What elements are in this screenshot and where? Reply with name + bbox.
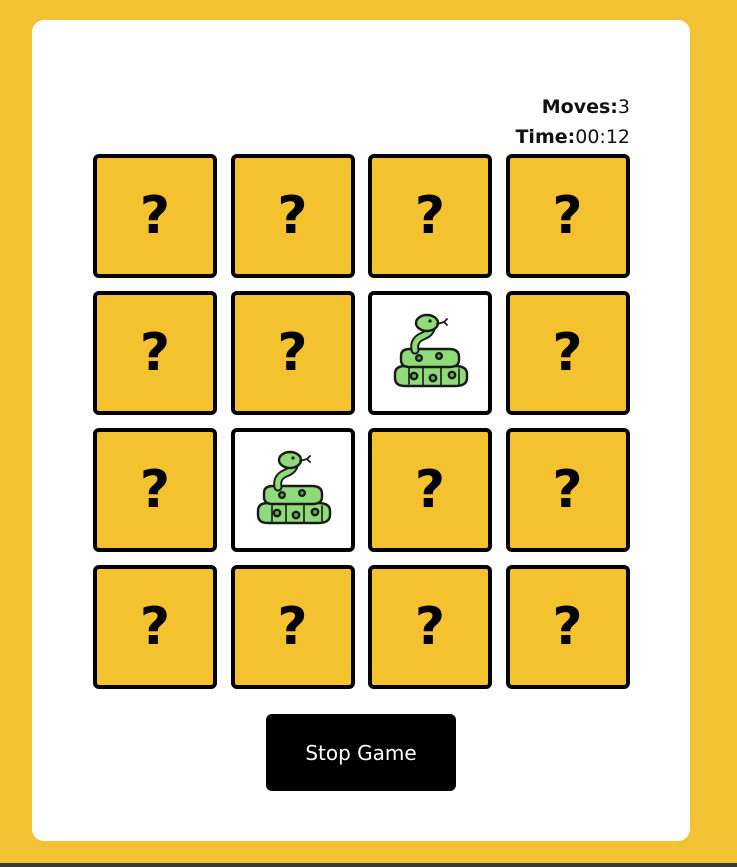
question-mark-icon: ? [277, 597, 308, 657]
question-mark-icon: ? [552, 597, 583, 657]
stats-panel: Moves:3 Time:00:12 [515, 92, 630, 152]
question-mark-icon: ? [552, 186, 583, 246]
question-mark-icon: ? [139, 460, 171, 520]
moves-label: Moves: [541, 96, 618, 118]
stop-game-button[interactable]: Stop Game [266, 714, 456, 791]
question-mark-icon: ? [414, 186, 446, 246]
question-mark-icon: ? [277, 186, 308, 246]
card-r1-c2[interactable]: ? [230, 154, 355, 278]
card-r2-c4[interactable]: ? [505, 291, 630, 415]
card-r3-c4[interactable]: ? [505, 428, 630, 552]
snake-icon [252, 449, 334, 531]
page-bottom-edge [0, 863, 737, 867]
card-r3-c3[interactable]: ? [368, 428, 492, 552]
question-mark-icon: ? [277, 323, 308, 383]
question-mark-icon: ? [139, 323, 171, 383]
card-r1-c1[interactable]: ? [93, 154, 217, 278]
card-grid: ?????? ?? ? ? ? ? ? ? [93, 154, 630, 690]
time-label: Time: [515, 126, 576, 148]
moves-value: 3 [617, 96, 630, 118]
card-r2-c3[interactable] [368, 291, 492, 415]
card-r3-c1[interactable]: ? [93, 428, 217, 552]
question-mark-icon: ? [139, 597, 171, 657]
card-r4-c4[interactable]: ? [505, 565, 630, 689]
card-r2-c2[interactable]: ? [230, 291, 355, 415]
card-r1-c4[interactable]: ? [505, 154, 630, 278]
time-stat: Time:00:12 [515, 122, 630, 152]
time-value: 00:12 [575, 126, 630, 148]
card-r4-c2[interactable]: ? [230, 565, 355, 689]
card-r4-c3[interactable]: ? [368, 565, 492, 689]
snake-icon [389, 312, 471, 394]
card-r1-c3[interactable]: ? [368, 154, 492, 278]
question-mark-icon: ? [414, 597, 446, 657]
card-r2-c1[interactable]: ? [93, 291, 217, 415]
card-r3-c2[interactable] [230, 428, 355, 552]
question-mark-icon: ? [552, 460, 583, 520]
card-r4-c1[interactable]: ? [93, 565, 217, 689]
question-mark-icon: ? [552, 323, 583, 383]
moves-stat: Moves:3 [515, 92, 630, 122]
question-mark-icon: ? [139, 186, 171, 246]
question-mark-icon: ? [414, 460, 446, 520]
game-panel: Moves:3 Time:00:12 ?????? ?? ? ? ? ? ? ?… [32, 20, 690, 841]
